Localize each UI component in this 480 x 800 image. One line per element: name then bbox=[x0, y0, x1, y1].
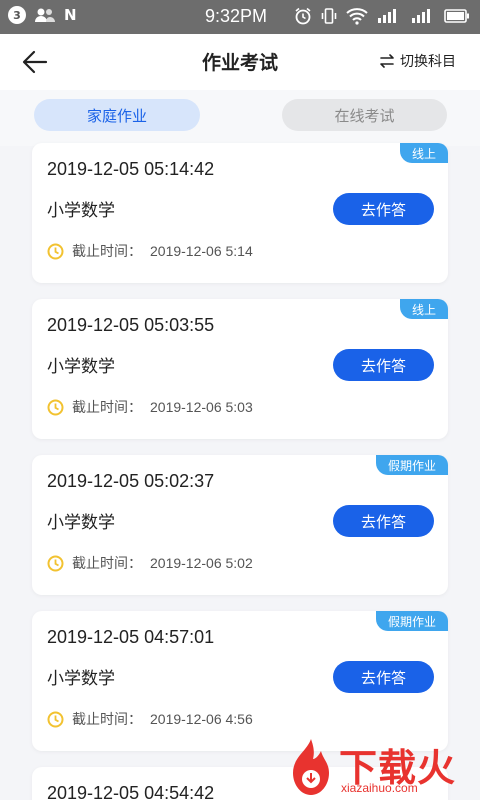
assignment-card[interactable]: 2019-12-05 04:57:01 小学数学 截止时间： 2019-12-0… bbox=[32, 611, 448, 751]
assignment-card[interactable]: 2019-12-05 05:14:42 小学数学 截止时间： 2019-12-0… bbox=[32, 143, 448, 283]
deadline-value: 2019-12-06 5:02 bbox=[150, 555, 253, 571]
answer-button[interactable]: 去作答 bbox=[333, 349, 434, 381]
battery-icon bbox=[444, 9, 469, 23]
deadline-value: 2019-12-06 5:03 bbox=[150, 399, 253, 415]
answer-button[interactable]: 去作答 bbox=[333, 193, 434, 225]
tab-homework[interactable]: 家庭作业 bbox=[34, 99, 200, 131]
deadline-label: 截止时间： bbox=[72, 400, 142, 416]
card-deadline: 截止时间： 2019-12-06 5:03 bbox=[47, 397, 253, 417]
status-time: 9:32PM bbox=[205, 6, 268, 26]
deadline-label: 截止时间： bbox=[72, 244, 142, 260]
clock-icon bbox=[47, 243, 64, 259]
card-tag: 线上 bbox=[399, 143, 448, 163]
deadline-value: 2019-12-06 4:56 bbox=[150, 711, 253, 727]
card-subject: 小学数学 bbox=[47, 357, 115, 377]
switch-subject-button[interactable]: 切换科目 bbox=[379, 51, 456, 71]
watermark-logo: 下载火 xiazaihuo.com bbox=[283, 735, 480, 800]
card-time: 2019-12-05 04:57:01 bbox=[47, 627, 215, 647]
answer-button[interactable]: 去作答 bbox=[333, 505, 434, 537]
header-bar: 作业考试 切换科目 bbox=[0, 34, 480, 90]
card-deadline: 截止时间： 2019-12-06 5:02 bbox=[47, 553, 253, 573]
card-time: 2019-12-05 05:02:37 bbox=[47, 471, 215, 491]
card-deadline: 截止时间： 2019-12-06 5:14 bbox=[47, 241, 253, 261]
flame-icon bbox=[293, 739, 329, 795]
deadline-label: 截止时间： bbox=[72, 556, 142, 572]
signal-icon bbox=[378, 9, 396, 23]
assignment-card[interactable]: 2019-12-05 05:02:37 小学数学 截止时间： 2019-12-0… bbox=[32, 455, 448, 595]
card-tag: 线上 bbox=[399, 299, 448, 319]
contacts-icon bbox=[35, 8, 55, 22]
card-time: 2019-12-05 05:03:55 bbox=[47, 315, 215, 335]
assignment-card[interactable]: 2019-12-05 05:03:55 小学数学 截止时间： 2019-12-0… bbox=[32, 299, 448, 439]
card-tag: 假期作业 bbox=[375, 611, 448, 631]
card-time: 2019-12-05 05:14:42 bbox=[47, 159, 215, 179]
card-subject: 小学数学 bbox=[47, 201, 115, 221]
deadline-label: 截止时间： bbox=[72, 712, 142, 728]
card-deadline: 截止时间： 2019-12-06 4:56 bbox=[47, 709, 253, 729]
vibrate-icon bbox=[321, 8, 337, 24]
card-time: 2019-12-05 04:54:42 bbox=[47, 783, 215, 800]
notification-badge: 3 bbox=[8, 6, 26, 24]
signal-icon-2 bbox=[412, 9, 430, 23]
card-subject: 小学数学 bbox=[47, 669, 115, 689]
alarm-icon bbox=[295, 7, 311, 25]
card-subject: 小学数学 bbox=[47, 513, 115, 533]
swap-icon bbox=[380, 54, 394, 68]
status-letter: N bbox=[64, 6, 77, 24]
switch-subject-label: 切换科目 bbox=[400, 54, 456, 70]
clock-icon bbox=[47, 711, 64, 727]
wifi-icon bbox=[346, 8, 368, 25]
clock-icon bbox=[47, 399, 64, 415]
tab-bar: 家庭作业 在线考试 bbox=[0, 90, 480, 146]
watermark-sub: xiazaihuo.com bbox=[341, 781, 418, 795]
status-bar: 3 N 9:32PM bbox=[0, 0, 480, 34]
clock-icon bbox=[47, 555, 64, 571]
deadline-value: 2019-12-06 5:14 bbox=[150, 243, 253, 259]
answer-button[interactable]: 去作答 bbox=[333, 661, 434, 693]
card-tag: 假期作业 bbox=[375, 455, 448, 475]
tab-online-exam[interactable]: 在线考试 bbox=[282, 99, 447, 131]
